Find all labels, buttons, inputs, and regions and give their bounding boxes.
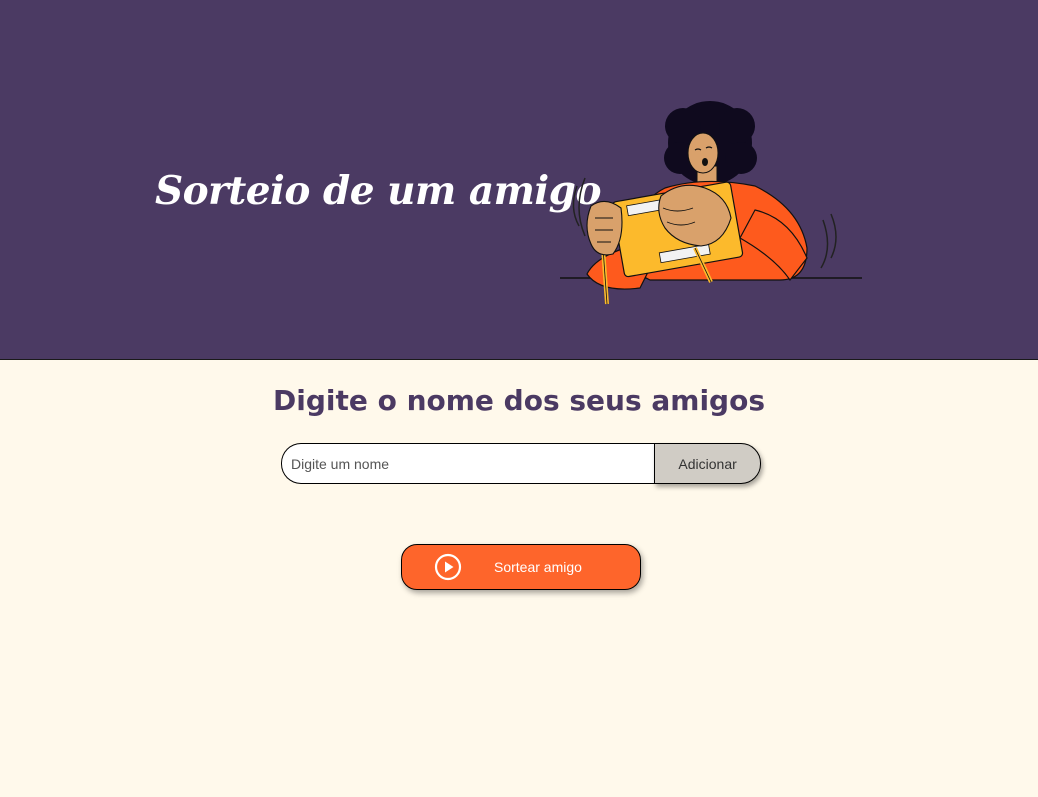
add-button[interactable]: Adicionar [654, 443, 761, 484]
add-friend-form: Adicionar [281, 443, 761, 484]
name-input[interactable] [281, 443, 655, 484]
draw-friend-button[interactable]: Sortear amigo [401, 544, 641, 590]
header-banner: Sorteio de um amigo [0, 0, 1038, 360]
person-holding-gift-box-illustration [555, 98, 865, 308]
page-title: Sorteio de um amigo [155, 168, 601, 214]
draw-button-label: Sortear amigo [494, 559, 582, 575]
section-title: Digite o nome dos seus amigos [273, 384, 765, 417]
play-circle-icon [434, 553, 462, 581]
